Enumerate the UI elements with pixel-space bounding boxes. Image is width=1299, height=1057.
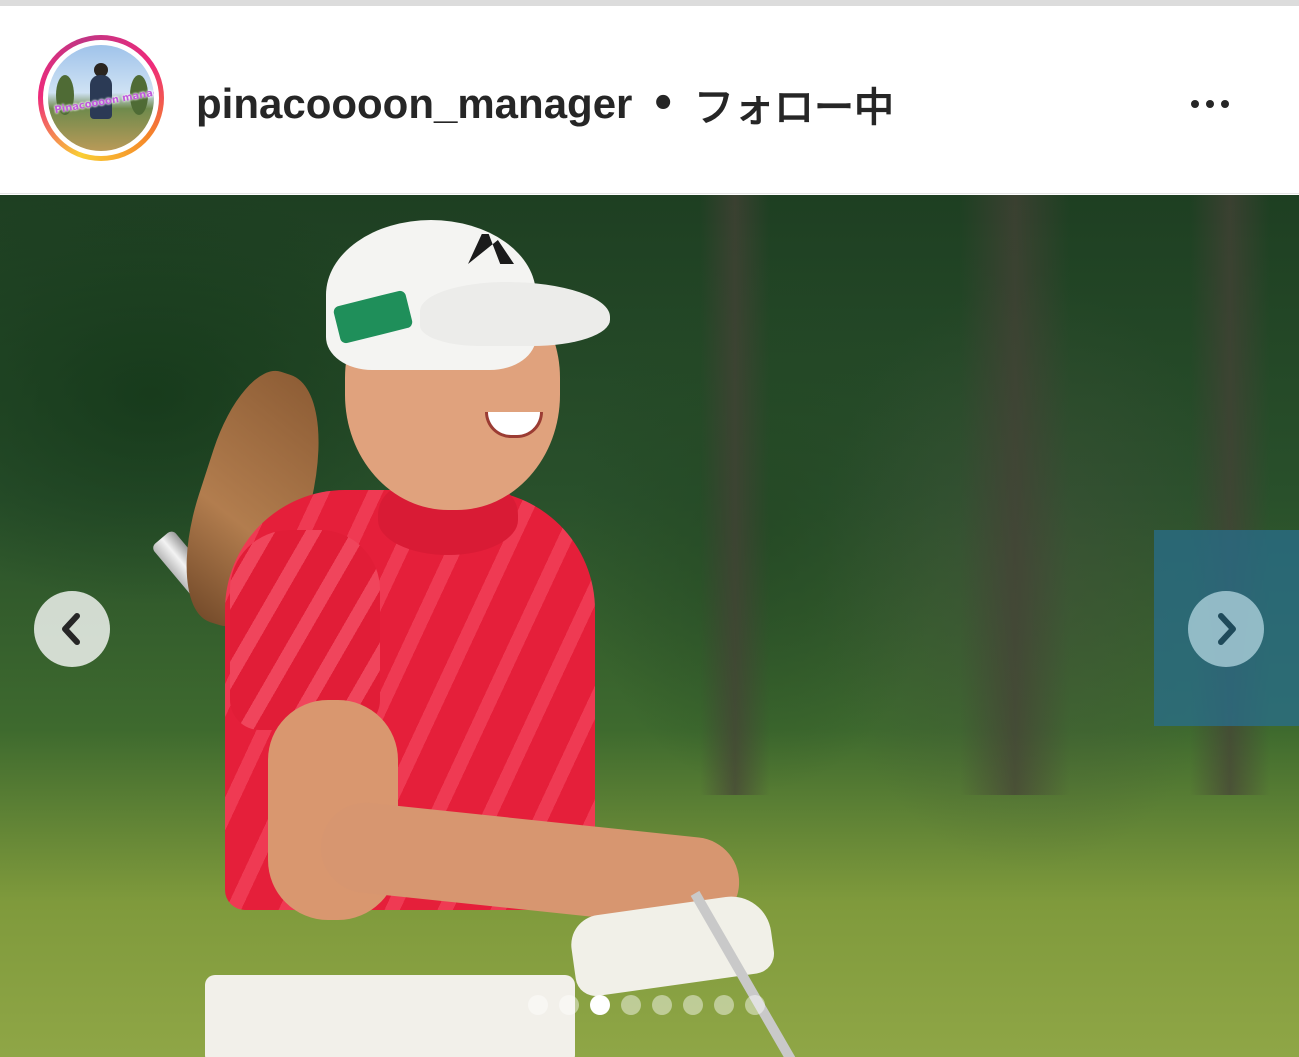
shirt-sleeve xyxy=(230,530,380,730)
avatar[interactable]: Pinacoooon manager xyxy=(48,45,154,151)
carousel-dot[interactable] xyxy=(652,995,672,1015)
next-slide-button[interactable] xyxy=(1188,591,1264,667)
carousel-dot[interactable] xyxy=(559,995,579,1015)
chevron-right-icon xyxy=(1218,613,1236,645)
white-pants xyxy=(205,975,575,1057)
carousel-dot-active[interactable] xyxy=(590,995,610,1015)
carousel-dot[interactable] xyxy=(745,995,765,1015)
more-dot xyxy=(1191,100,1199,108)
handle-row: pinacoooon_manager • フォロー中 xyxy=(196,74,894,134)
username-link[interactable]: pinacoooon_manager xyxy=(196,80,632,128)
separator-dot: • xyxy=(650,81,676,127)
carousel-dot[interactable] xyxy=(528,995,548,1015)
cap-brim xyxy=(420,282,610,346)
story-ring[interactable]: Pinacoooon manager xyxy=(38,35,164,161)
carousel-indicator xyxy=(528,995,765,1015)
more-options-icon[interactable] xyxy=(1180,86,1240,122)
carousel-dot[interactable] xyxy=(683,995,703,1015)
post-media-carousel[interactable] xyxy=(0,195,1299,1057)
more-dot xyxy=(1206,100,1214,108)
golfer-photo xyxy=(0,195,1299,1057)
post-header: Pinacoooon manager pinacoooon_manager • … xyxy=(0,6,1299,194)
chevron-left-icon xyxy=(62,613,80,645)
more-dot xyxy=(1221,100,1229,108)
avatar-border: Pinacoooon manager xyxy=(43,40,159,156)
carousel-dot[interactable] xyxy=(621,995,641,1015)
following-button[interactable]: フォロー中 xyxy=(694,75,894,133)
carousel-dot[interactable] xyxy=(714,995,734,1015)
previous-slide-button[interactable] xyxy=(34,591,110,667)
